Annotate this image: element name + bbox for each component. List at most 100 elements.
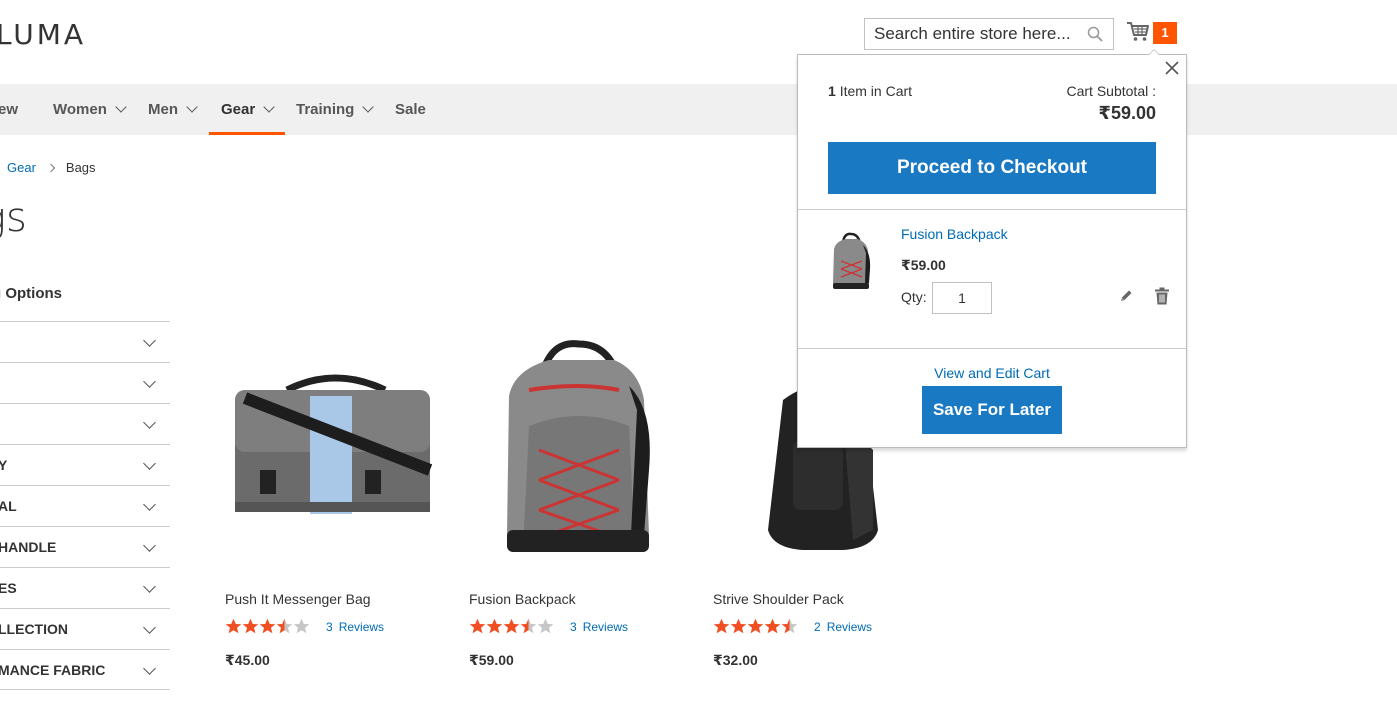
save-for-later-button[interactable]: Save For Later xyxy=(922,386,1062,434)
chevron-down-icon xyxy=(143,539,156,552)
reviews-link[interactable]: 3 Reviews xyxy=(564,620,628,634)
star-icon xyxy=(293,618,310,634)
filter-item[interactable]: Y xyxy=(0,444,170,485)
star-icon xyxy=(259,618,276,634)
product-item: Push It Messenger Bag 3 Reviews ₹45.00 xyxy=(225,330,455,668)
nav-item-gear[interactable]: Gear xyxy=(208,84,286,135)
nav-item-new[interactable]: ew xyxy=(0,84,18,135)
trash-icon[interactable] xyxy=(1154,287,1170,305)
chevron-down-icon xyxy=(263,101,275,113)
nav-item-women[interactable]: Women xyxy=(53,84,127,135)
product-price: ₹59.00 xyxy=(469,652,514,668)
breadcrumb-link-gear[interactable]: Gear xyxy=(7,160,36,175)
review-count: 3 xyxy=(570,619,577,634)
filter-list: Y AL HANDLE ES LLECTION MANCE FABRIC xyxy=(0,321,170,690)
star-icon xyxy=(520,618,537,634)
chevron-down-icon xyxy=(143,662,156,675)
divider xyxy=(798,348,1186,349)
filter-item[interactable]: HANDLE xyxy=(0,526,170,567)
filter-label: HANDLE xyxy=(0,539,57,555)
proceed-to-checkout-button[interactable]: Proceed to Checkout xyxy=(828,142,1156,194)
product-name[interactable]: Strive Shoulder Pack xyxy=(713,591,844,607)
minicart-dropdown: 1 Item in Cart Cart Subtotal : ₹59.00 Pr… xyxy=(797,49,1187,448)
review-label: Reviews xyxy=(826,619,873,634)
product-name[interactable]: Push It Messenger Bag xyxy=(225,591,371,607)
filter-item[interactable]: ES xyxy=(0,567,170,608)
close-icon[interactable] xyxy=(1164,60,1180,76)
edit-pencil-icon[interactable] xyxy=(1118,288,1134,304)
filter-item[interactable] xyxy=(0,321,170,362)
star-icon xyxy=(469,618,486,634)
cart-icon[interactable] xyxy=(1126,20,1150,44)
chevron-down-icon xyxy=(143,375,156,388)
search-box xyxy=(864,18,1114,50)
review-count: 2 xyxy=(814,619,821,634)
filter-item[interactable] xyxy=(0,403,170,444)
nav-label: Gear xyxy=(221,101,256,118)
rating-stars xyxy=(225,618,310,635)
chevron-down-icon xyxy=(143,334,156,347)
filter-item[interactable] xyxy=(0,362,170,403)
star-icon xyxy=(747,618,764,634)
search-icon[interactable] xyxy=(1087,26,1103,42)
review-label: Reviews xyxy=(582,619,629,634)
product-price: ₹32.00 xyxy=(713,652,758,668)
chevron-right-icon xyxy=(46,163,56,173)
filter-item[interactable]: LLECTION xyxy=(0,608,170,649)
cart-item-price: ₹59.00 xyxy=(901,257,946,273)
star-icon xyxy=(713,618,730,634)
chevron-down-icon xyxy=(143,580,156,593)
filter-item[interactable]: MANCE FABRIC xyxy=(0,649,170,690)
item-count-label: Item in Cart xyxy=(839,83,913,99)
main-navigation: ew Women Men Gear Training Sale xyxy=(0,84,1397,135)
shopping-options-title: g Options xyxy=(0,285,62,302)
filter-label: AL xyxy=(0,498,17,514)
nav-item-training[interactable]: Training xyxy=(296,84,375,135)
cart-item-name[interactable]: Fusion Backpack xyxy=(901,226,1008,242)
product-rating: 3 Reviews xyxy=(225,618,384,635)
nav-label: Women xyxy=(53,101,107,118)
review-label: Reviews xyxy=(338,619,385,634)
breadcrumb: Gear Bags xyxy=(7,160,96,175)
rating-stars xyxy=(713,618,798,635)
subtotal-label: Cart Subtotal : xyxy=(1066,83,1157,99)
breadcrumb-current: Bags xyxy=(65,160,96,175)
filter-item[interactable]: AL xyxy=(0,485,170,526)
reviews-link[interactable]: 2 Reviews xyxy=(808,620,872,634)
chevron-down-icon xyxy=(143,416,156,429)
filter-label: Y xyxy=(0,457,8,473)
rating-stars xyxy=(469,618,554,635)
reviews-link[interactable]: 3 Reviews xyxy=(320,620,384,634)
search-input[interactable] xyxy=(865,19,1080,49)
filter-label: LLECTION xyxy=(0,621,68,637)
product-image-messenger-bag[interactable] xyxy=(225,330,445,570)
product-rating: 3 Reviews xyxy=(469,618,628,635)
nav-label: Training xyxy=(296,101,355,118)
nav-item-sale[interactable]: Sale xyxy=(395,84,426,135)
qty-label: Qty: xyxy=(901,289,927,305)
chevron-down-icon xyxy=(143,498,156,511)
star-icon xyxy=(537,618,554,634)
star-icon xyxy=(276,618,293,634)
nav-label: Men xyxy=(148,101,178,118)
nav-label: ew xyxy=(0,101,19,118)
chevron-down-icon xyxy=(143,457,156,470)
qty-input[interactable] xyxy=(932,282,992,314)
item-count-number: 1 xyxy=(828,83,836,99)
star-icon xyxy=(225,618,242,634)
view-and-edit-cart-link[interactable]: View and Edit Cart xyxy=(798,365,1186,381)
star-icon xyxy=(781,618,798,634)
product-name[interactable]: Fusion Backpack xyxy=(469,591,576,607)
store-logo[interactable]: LUMA xyxy=(0,18,86,51)
cart-counter-badge[interactable]: 1 xyxy=(1153,22,1177,44)
product-price: ₹45.00 xyxy=(225,652,270,668)
product-image-fusion-backpack[interactable] xyxy=(469,330,689,570)
cart-item-thumbnail[interactable] xyxy=(826,231,876,293)
filter-label: ES xyxy=(0,580,17,596)
star-icon xyxy=(503,618,520,634)
nav-item-men[interactable]: Men xyxy=(148,84,198,135)
page-title: gs xyxy=(0,195,27,241)
subtotal-value: ₹59.00 xyxy=(1098,103,1156,123)
review-count: 3 xyxy=(326,619,333,634)
divider xyxy=(798,209,1186,210)
